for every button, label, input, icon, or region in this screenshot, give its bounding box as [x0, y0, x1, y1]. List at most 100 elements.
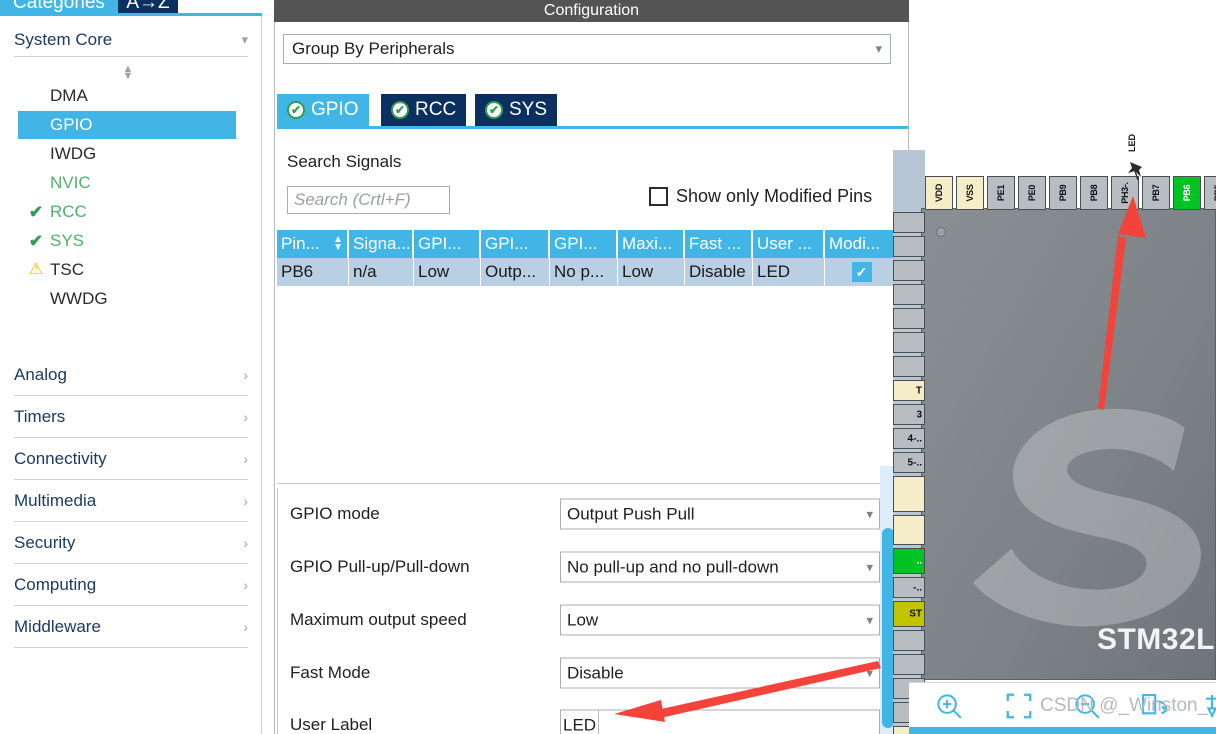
check-circle-icon: ✔ — [287, 101, 305, 119]
sidebar-item-nvic[interactable]: NVIC — [18, 169, 236, 197]
column-header-modified[interactable]: Modi... — [825, 230, 898, 258]
tab-rcc[interactable]: ✔ RCC — [381, 94, 467, 126]
sidebar-item-rcc[interactable]: ✔ RCC — [18, 198, 236, 226]
table-row[interactable]: PB6 n/a Low Outp... No p... Low Disable … — [277, 258, 898, 286]
search-signals-input[interactable]: Search (Crtl+F) — [287, 186, 450, 214]
sidebar-item-sys[interactable]: ✔ SYS — [18, 227, 236, 255]
left-pin-column: T 3 4-.. 5-.. .. -.. ST A — [893, 212, 925, 734]
sidebar-scroll-spinner[interactable]: ▲ ▼ — [120, 64, 136, 82]
left-pin-1[interactable] — [893, 212, 925, 233]
chevron-down-icon: ▾ — [866, 506, 873, 521]
show-only-modified-pins-checkbox[interactable]: Show only Modified Pins — [649, 186, 872, 207]
left-pin-9[interactable]: 3 — [893, 404, 925, 425]
chevron-down-icon: ▾ — [866, 612, 873, 627]
cell-gpio-mode: Outp... — [481, 258, 550, 286]
sidebar-group-label: System Core — [14, 30, 113, 49]
column-header-fast-mode[interactable]: Fast ... — [685, 230, 753, 258]
setting-input-user-label[interactable]: LED — [560, 709, 880, 734]
pin-pe1[interactable]: PE1 — [987, 176, 1015, 210]
left-pin-10[interactable]: 4-.. — [893, 428, 925, 449]
left-pin-6[interactable] — [893, 332, 925, 353]
left-pin-15[interactable]: -.. — [893, 577, 925, 598]
left-pin-5[interactable] — [893, 308, 925, 329]
column-header-gpio-mode[interactable]: GPI... — [481, 230, 550, 258]
zoom-in-icon[interactable] — [934, 691, 964, 721]
column-header-pin[interactable]: Pin... ▲ ▼ — [277, 230, 349, 258]
column-header-gpio-output-level[interactable]: GPI... — [414, 230, 481, 258]
pin-vdd-label: VDD — [934, 183, 944, 203]
pin-pb6[interactable]: PB6 — [1173, 176, 1201, 210]
sidebar-category-middleware[interactable]: Middleware › — [14, 606, 248, 648]
left-pin-8[interactable]: T — [893, 380, 925, 401]
setting-dropdown-fast-mode[interactable]: Disable ▾ — [560, 657, 880, 689]
left-pin-11[interactable]: 5-.. — [893, 452, 925, 473]
left-pin-2[interactable] — [893, 236, 925, 257]
sidebar-category-middleware-label: Middleware — [14, 616, 101, 636]
setting-dropdown-maximum-output-speed[interactable]: Low ▾ — [560, 604, 880, 636]
gpio-settings-form: GPIO mode Output Push Pull ▾ GPIO Pull-u… — [277, 488, 896, 734]
sidebar-item-wwdg[interactable]: WWDG — [18, 285, 236, 313]
setting-row-fast-mode: Fast Mode Disable ▾ — [278, 647, 897, 699]
group-by-value: Group By Peripherals — [292, 39, 455, 58]
pin-pb5[interactable]: PB5 — [1204, 176, 1216, 210]
sidebar-item-gpio[interactable]: GPIO — [18, 111, 236, 139]
fit-screen-icon[interactable] — [1004, 691, 1034, 721]
left-pin-7[interactable] — [893, 356, 925, 377]
group-by-dropdown[interactable]: Group By Peripherals ▾ — [283, 34, 891, 64]
left-pin-17[interactable] — [893, 630, 925, 651]
tab-sys[interactable]: ✔ SYS — [475, 94, 558, 126]
sidebar-category-analog[interactable]: Analog › — [14, 354, 248, 396]
setting-value-fast-mode: Disable — [567, 663, 624, 682]
pin-pb9[interactable]: PB9 — [1049, 176, 1077, 210]
left-pin-4[interactable] — [893, 284, 925, 305]
sidebar-category-security[interactable]: Security › — [14, 522, 248, 564]
chevron-right-icon: › — [243, 366, 248, 383]
checkbox-checked-icon: ✓ — [851, 262, 872, 282]
st-logo — [972, 408, 1201, 627]
left-pin-18[interactable] — [893, 654, 925, 675]
sidebar-item-iwdg[interactable]: IWDG — [18, 140, 236, 168]
peripheral-tabbar-underline — [277, 126, 908, 129]
pin-pe0[interactable]: PE0 — [1018, 176, 1046, 210]
pin-pb8[interactable]: PB8 — [1080, 176, 1108, 210]
sidebar-group-system-core[interactable]: System Core ▾ — [14, 24, 248, 57]
sidebar-category-timers[interactable]: Timers › — [14, 396, 248, 438]
column-header-signal[interactable]: Signa... — [349, 230, 414, 258]
pin-vdd[interactable]: VDD — [925, 176, 953, 210]
rotate-icon[interactable] — [1137, 691, 1171, 721]
setting-dropdown-gpio-mode[interactable]: Output Push Pull ▾ — [560, 498, 880, 530]
zoom-out-icon[interactable] — [1072, 691, 1102, 721]
left-pin-16[interactable]: ST — [893, 601, 925, 627]
column-header-maximum-speed[interactable]: Maxi... — [618, 230, 685, 258]
sidebar-item-dma[interactable]: DMA — [18, 82, 236, 110]
column-header-gpio-pull[interactable]: GPI... — [550, 230, 618, 258]
setting-dropdown-gpio-pull[interactable]: No pull-up and no pull-down ▾ — [560, 551, 880, 583]
sidebar-category-computing[interactable]: Computing › — [14, 564, 248, 606]
pin-vss[interactable]: VSS — [956, 176, 984, 210]
left-pin-13[interactable] — [893, 515, 925, 545]
chip-canvas[interactable]: STM32L VDD VSS PE1 PE0 PB9 PB8 PH3-. PB7… — [893, 0, 1216, 734]
left-pin-14[interactable]: .. — [893, 548, 925, 574]
left-pin-12[interactable] — [893, 476, 925, 512]
tab-gpio[interactable]: ✔ GPIO — [277, 94, 369, 126]
cell-gpio-output-level: Low — [414, 258, 481, 286]
column-header-user-label[interactable]: User ... — [753, 230, 825, 258]
sidebar-category-connectivity[interactable]: Connectivity › — [14, 438, 248, 480]
configuration-title: Configuration — [543, 2, 640, 19]
show-only-modified-pins-label: Show only Modified Pins — [676, 186, 873, 206]
cell-pin: PB6 — [277, 258, 349, 286]
pin-tools-icon[interactable] — [1201, 691, 1216, 721]
tab-a-to-z-label: A→Z — [126, 0, 170, 13]
cell-modified[interactable]: ✓ — [825, 258, 898, 286]
sidebar-item-tsc[interactable]: ⚠ TSC — [18, 256, 236, 284]
chevron-right-icon: › — [243, 450, 248, 467]
sidebar-category-timers-label: Timers — [14, 406, 66, 426]
sidebar-category-multimedia[interactable]: Multimedia › — [14, 480, 248, 522]
check-icon: ✔ — [28, 202, 44, 222]
check-circle-icon: ✔ — [391, 101, 409, 119]
sidebar-tabstrip: Categories A→Z — [0, 0, 262, 16]
left-pin-3[interactable] — [893, 260, 925, 281]
setting-row-user-label: User Label LED — [278, 699, 897, 734]
setting-row-gpio-pull: GPIO Pull-up/Pull-down No pull-up and no… — [278, 541, 897, 593]
chevron-right-icon: › — [243, 408, 248, 425]
